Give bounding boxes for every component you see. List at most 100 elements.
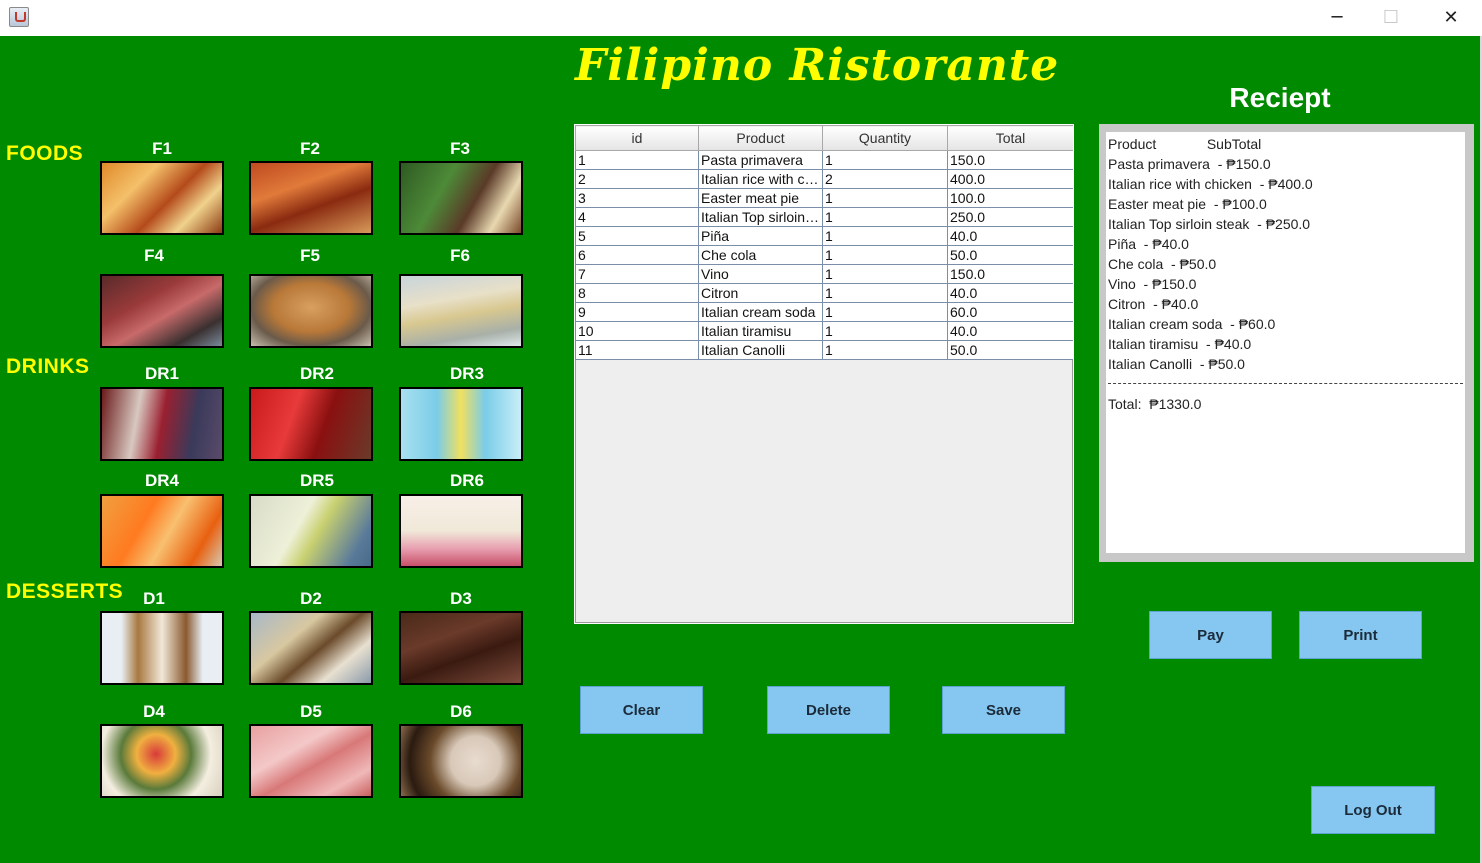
menu-item-label: D2 <box>300 589 322 608</box>
cream-soda-image-button[interactable] <box>399 494 523 568</box>
receipt-line: Italian Top sirloin steak - ₱250.0 <box>1108 216 1311 232</box>
cell-product: Italian cream soda <box>698 302 823 322</box>
cell-product: Vino <box>698 264 823 284</box>
column-header-total[interactable]: Total <box>947 125 1073 151</box>
cell-total: 100.0 <box>947 188 1073 208</box>
pay-button[interactable]: Pay <box>1149 611 1272 659</box>
menu-item-label: D6 <box>450 702 472 721</box>
receipt-line: Italian cream soda - ₱60.0 <box>1108 316 1276 332</box>
cell-quantity: 1 <box>822 188 948 208</box>
table-row[interactable]: 2 Italian rice with ch... 2 400.0 <box>575 169 1073 189</box>
cell-total: 150.0 <box>947 150 1073 170</box>
cell-id: 1 <box>575 150 699 170</box>
rice-chicken-image-button[interactable] <box>249 161 373 235</box>
column-header-product[interactable]: Product <box>698 125 823 151</box>
save-button[interactable]: Save <box>942 686 1065 734</box>
cannoli-image-button[interactable] <box>249 611 373 685</box>
cell-id: 11 <box>575 340 699 360</box>
receipt-line: Italian Canolli - ₱50.0 <box>1108 356 1245 372</box>
cell-total: 40.0 <box>947 321 1073 341</box>
cell-total: 40.0 <box>947 226 1073 246</box>
cell-total: 250.0 <box>947 207 1073 227</box>
table-row[interactable]: 5 Piña 1 40.0 <box>575 226 1073 246</box>
cell-id: 3 <box>575 188 699 208</box>
table-row[interactable]: 9 Italian cream soda 1 60.0 <box>575 302 1073 322</box>
cell-product: Citron <box>698 283 823 303</box>
cell-id: 9 <box>575 302 699 322</box>
pasta-image-button[interactable] <box>100 161 224 235</box>
steak-image-button[interactable] <box>399 161 523 235</box>
receipt-line: Easter meat pie - ₱100.0 <box>1108 196 1267 212</box>
ice-cream-image-button[interactable] <box>249 724 373 798</box>
column-header-id[interactable]: id <box>575 125 699 151</box>
receipt-textarea[interactable]: Product SubTotal Pasta primavera - ₱150.… <box>1106 132 1465 553</box>
menu-item-label: DR5 <box>299 471 334 490</box>
table-row[interactable]: 1 Pasta primavera 1 150.0 <box>575 150 1073 170</box>
receipt-divider <box>1108 383 1463 384</box>
receipt-line: Citron - ₱40.0 <box>1108 296 1199 312</box>
cell-product: Che cola <box>698 245 823 265</box>
maximize-icon[interactable]: ☐ <box>1368 0 1414 34</box>
delete-button[interactable]: Delete <box>767 686 890 734</box>
cola-image-button[interactable] <box>249 387 373 461</box>
column-header-quantity[interactable]: Quantity <box>822 125 948 151</box>
meat-pie-image-button[interactable] <box>249 274 373 348</box>
tiramisu-image-button[interactable] <box>100 611 224 685</box>
menu-item-label: D4 <box>143 702 165 721</box>
section-label-drinks: DRINKS <box>6 355 90 378</box>
java-app-icon <box>9 7 29 27</box>
lemon-drink-image-button[interactable] <box>399 387 523 461</box>
lemonade-image-button[interactable] <box>249 494 373 568</box>
logout-button[interactable]: Log Out <box>1311 786 1435 834</box>
table-row[interactable]: 11 Italian Canolli 1 50.0 <box>575 340 1073 360</box>
menu-item-label: DR6 <box>449 471 484 490</box>
menu-item-label: D5 <box>300 702 322 721</box>
table-row[interactable]: 4 Italian Top sirloin ... 1 250.0 <box>575 207 1073 227</box>
cell-quantity: 1 <box>822 150 948 170</box>
cell-total: 150.0 <box>947 264 1073 284</box>
print-button[interactable]: Print <box>1299 611 1422 659</box>
cell-quantity: 1 <box>822 264 948 284</box>
section-label-foods: FOODS <box>6 142 84 165</box>
receipt-total: Total: ₱1330.0 <box>1108 396 1202 412</box>
cell-product: Italian rice with ch... <box>698 169 823 189</box>
close-icon[interactable]: ✕ <box>1428 0 1474 34</box>
cell-quantity: 1 <box>822 226 948 246</box>
cream-dessert-image-button[interactable] <box>399 724 523 798</box>
table-row[interactable]: 8 Citron 1 40.0 <box>575 283 1073 303</box>
table-row[interactable]: 7 Vino 1 150.0 <box>575 264 1073 284</box>
cell-total: 50.0 <box>947 245 1073 265</box>
cell-total: 60.0 <box>947 302 1073 322</box>
minimize-icon[interactable]: ─ <box>1314 0 1360 34</box>
menu-item-label: F4 <box>144 246 164 265</box>
cell-product: Easter meat pie <box>698 188 823 208</box>
cell-quantity: 1 <box>822 340 948 360</box>
cell-id: 7 <box>575 264 699 284</box>
cell-product: Italian Top sirloin ... <box>698 207 823 227</box>
cell-product: Piña <box>698 226 823 246</box>
receipt-line: Che cola - ₱50.0 <box>1108 256 1217 272</box>
receipt-header: Product SubTotal <box>1108 136 1262 152</box>
menu-item-label: DR3 <box>449 364 484 383</box>
cell-total: 40.0 <box>947 283 1073 303</box>
fish-image-button[interactable] <box>399 274 523 348</box>
table-row[interactable]: 10 Italian tiramisu 1 40.0 <box>575 321 1073 341</box>
order-table[interactable]: id Product Quantity Total 1 Pasta primave… <box>574 124 1074 624</box>
cell-quantity: 1 <box>822 245 948 265</box>
table-header-row: id Product Quantity Total <box>575 125 1073 151</box>
cell-id: 5 <box>575 226 699 246</box>
receipt-line: Vino - ₱150.0 <box>1108 276 1197 292</box>
fruit-salad-image-button[interactable] <box>100 724 224 798</box>
orange-drink-image-button[interactable] <box>100 494 224 568</box>
window-titlebar: ─ ☐ ✕ <box>0 0 1482 36</box>
menu-item-label: DR2 <box>299 364 334 383</box>
receipt-line: Pasta primavera - ₱150.0 <box>1108 156 1271 172</box>
cell-quantity: 1 <box>822 207 948 227</box>
clear-button[interactable]: Clear <box>580 686 703 734</box>
wine-image-button[interactable] <box>100 387 224 461</box>
table-row[interactable]: 3 Easter meat pie 1 100.0 <box>575 188 1073 208</box>
table-row[interactable]: 6 Che cola 1 50.0 <box>575 245 1073 265</box>
chocolate-cake-image-button[interactable] <box>399 611 523 685</box>
menu-item-label: F3 <box>450 139 470 158</box>
sirloin-image-button[interactable] <box>100 274 224 348</box>
